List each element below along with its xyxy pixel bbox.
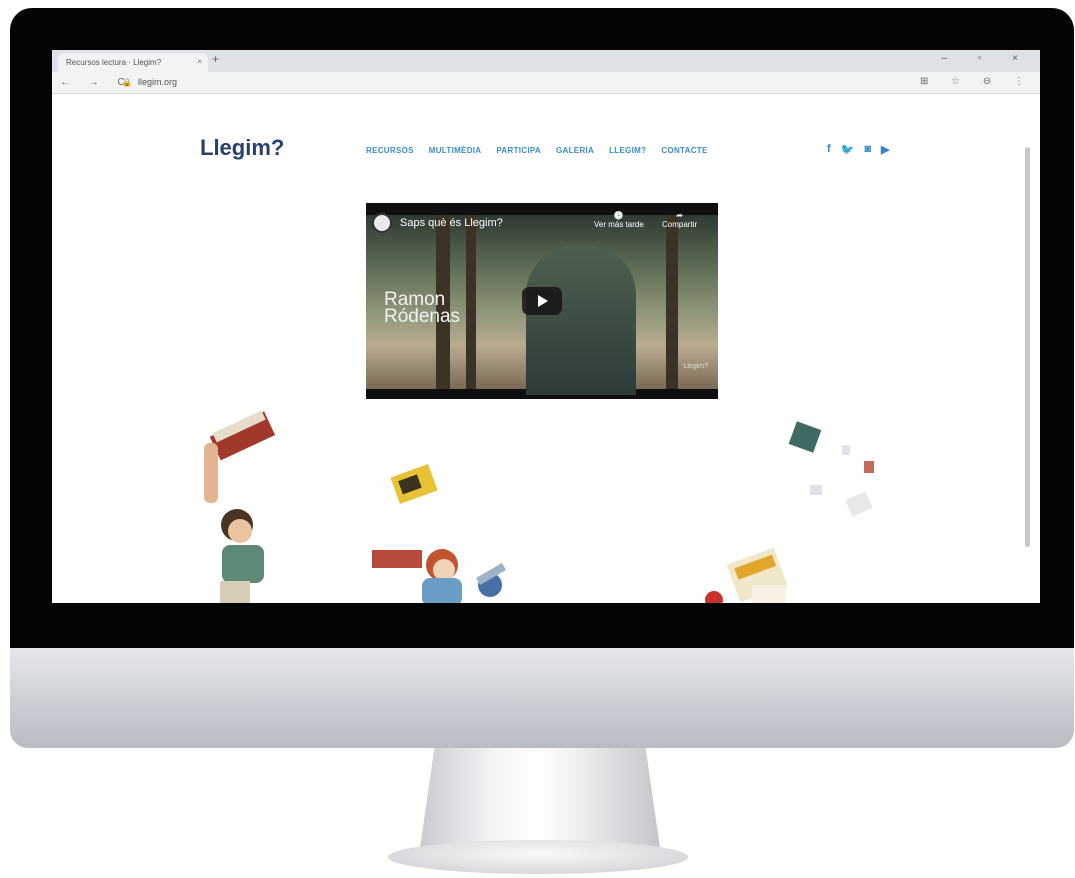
lock-icon: 🔒	[122, 78, 132, 87]
video-player[interactable]: Saps què és Llegim? 🕓 Ver más tarde ➦ Co…	[366, 203, 718, 399]
menu-item-multimedia[interactable]: MULTIMÈDIA	[429, 146, 482, 155]
site-logo[interactable]: Llegim?	[200, 135, 284, 161]
watch-later-button[interactable]: 🕓 Ver más tarde	[594, 211, 644, 229]
illustration-man-with-book	[204, 410, 276, 603]
new-tab-button[interactable]: +	[212, 52, 219, 66]
tab-title: Recursos lectura · Llegim?	[66, 58, 162, 67]
browser-tab[interactable]: Recursos lectura · Llegim? ×	[58, 53, 208, 72]
clock-icon: 🕓	[613, 211, 624, 220]
tab-close-icon[interactable]: ×	[197, 57, 202, 66]
share-icon: ➦	[676, 211, 683, 220]
monitor-stand	[420, 748, 660, 848]
video-person	[526, 245, 636, 395]
menu-item-participa[interactable]: PARTICIPA	[496, 146, 541, 155]
toolbar-icons[interactable]: ⊞ ☆ ⊖ ⋮	[920, 76, 1034, 87]
youtube-icon[interactable]: ▶	[881, 143, 889, 156]
illustration-flying-books	[705, 421, 874, 603]
window-controls[interactable]: – ▫ ×	[941, 53, 1032, 64]
menu-item-contacte[interactable]: CONTACTE	[661, 146, 707, 155]
tree-trunk	[466, 215, 476, 389]
url-text: llegim.org	[137, 77, 177, 87]
watch-later-label: Ver más tarde	[594, 220, 644, 229]
menu-item-recursos[interactable]: RECURSOS	[366, 146, 414, 155]
browser-toolbar: ← → C 🔒 llegim.org ⊞ ☆ ⊖ ⋮	[52, 72, 1040, 94]
main-menu: RECURSOS MULTIMÈDIA PARTICIPA GALERIA LL…	[366, 146, 708, 155]
video-watermark: Llegim?	[683, 363, 708, 370]
desktop-scene: Recursos lectura · Llegim? × + – ▫ × ← →…	[0, 0, 1075, 878]
share-button[interactable]: ➦ Compartir	[662, 211, 697, 229]
video-overlay-name: Ramon Ródenas	[384, 290, 461, 327]
browser-tab-bar: Recursos lectura · Llegim? × + – ▫ ×	[52, 50, 1040, 72]
monitor-chin	[10, 648, 1074, 748]
name-line: Ródenas	[384, 306, 461, 327]
menu-item-galeria[interactable]: GALERIA	[556, 146, 594, 155]
social-links: f 🐦 ◙ ▶	[827, 143, 890, 156]
play-icon[interactable]	[522, 287, 562, 315]
tree-trunk	[666, 215, 678, 389]
illustration-children-with-books	[372, 464, 506, 603]
address-bar[interactable]: 🔒 llegim.org	[122, 77, 177, 87]
instagram-icon[interactable]: ◙	[864, 143, 871, 156]
video-title[interactable]: Saps què és Llegim?	[400, 217, 503, 229]
twitter-icon[interactable]: 🐦	[841, 143, 855, 156]
share-label: Compartir	[662, 220, 698, 229]
monitor-screen: Recursos lectura · Llegim? × + – ▫ × ← →…	[52, 50, 1040, 603]
menu-item-llegim[interactable]: LLEGIM?	[609, 146, 646, 155]
monitor-base	[388, 840, 688, 874]
channel-avatar[interactable]	[372, 213, 392, 233]
scrollbar[interactable]	[1025, 147, 1030, 547]
web-page: Llegim? RECURSOS MULTIMÈDIA PARTICIPA GA…	[52, 95, 1032, 603]
facebook-icon[interactable]: f	[827, 143, 831, 156]
